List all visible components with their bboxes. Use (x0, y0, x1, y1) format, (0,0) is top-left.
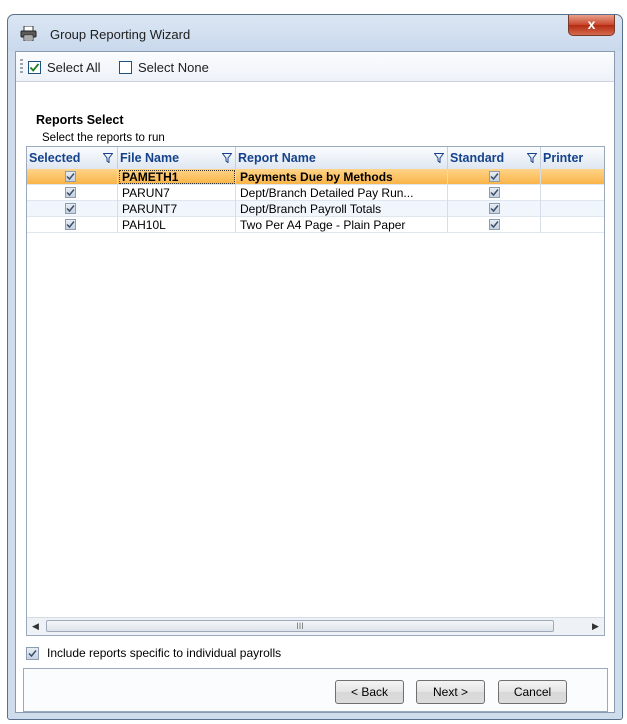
wizard-window: Group Reporting Wizard x Select All Sele… (7, 14, 623, 720)
row-standard-checkbox[interactable] (489, 219, 500, 230)
grid-header: Selected File Name Report Name Standard … (27, 147, 604, 170)
filter-icon[interactable] (434, 153, 444, 163)
toolbar: Select All Select None (16, 52, 614, 82)
file-name-cell[interactable]: PAMETH1 (118, 169, 236, 185)
filter-icon[interactable] (222, 153, 232, 163)
column-header-report-name[interactable]: Report Name (236, 147, 448, 169)
table-row[interactable]: PARUN7 Dept/Branch Detailed Pay Run... (27, 185, 604, 201)
scroll-left-icon[interactable]: ◀ (27, 618, 44, 635)
back-button[interactable]: < Back (335, 680, 404, 704)
column-header-file-name[interactable]: File Name (118, 147, 236, 169)
report-name-cell[interactable]: Payments Due by Methods (236, 169, 448, 185)
row-standard-checkbox[interactable] (489, 171, 500, 182)
printer-cell[interactable] (541, 217, 604, 233)
row-selected-checkbox[interactable] (65, 219, 76, 230)
scroll-right-icon[interactable]: ▶ (587, 618, 604, 635)
button-bar: < Back Next > Cancel (23, 668, 608, 712)
title-bar: Group Reporting Wizard x (8, 15, 622, 51)
select-none-label: Select None (138, 59, 209, 75)
file-name-cell[interactable]: PARUNT7 (118, 201, 236, 217)
include-specific-reports-checkbox[interactable] (26, 646, 39, 660)
window-title: Group Reporting Wizard (50, 27, 191, 42)
column-header-standard[interactable]: Standard (448, 147, 541, 169)
report-name-cell[interactable]: Dept/Branch Detailed Pay Run... (236, 185, 448, 201)
column-header-selected[interactable]: Selected (27, 147, 118, 169)
row-selected-checkbox[interactable] (65, 203, 76, 214)
printer-cell[interactable] (541, 201, 604, 217)
column-header-printer[interactable]: Printer (541, 147, 604, 169)
printer-icon (20, 26, 37, 41)
reports-grid[interactable]: Selected File Name Report Name Standard … (26, 146, 605, 636)
filter-icon[interactable] (527, 153, 537, 163)
printer-cell[interactable] (541, 185, 604, 201)
include-specific-reports-label: Include reports specific to individual p… (47, 646, 282, 660)
file-name-cell[interactable]: PAH10L (118, 217, 236, 233)
report-name-cell[interactable]: Dept/Branch Payroll Totals (236, 201, 448, 217)
select-none-button[interactable]: Select None (119, 58, 209, 76)
row-selected-checkbox[interactable] (65, 187, 76, 198)
horizontal-scrollbar[interactable]: ◀ III ▶ (27, 617, 604, 635)
file-name-cell[interactable]: PARUN7 (118, 185, 236, 201)
checked-checkbox-icon (28, 60, 41, 74)
empty-checkbox-icon (119, 60, 132, 74)
filter-icon[interactable] (103, 153, 113, 163)
cancel-button[interactable]: Cancel (498, 680, 567, 704)
page-subtitle: Select the reports to run (42, 132, 165, 144)
table-row[interactable]: PAH10L Two Per A4 Page - Plain Paper (27, 217, 604, 233)
select-all-label: Select All (47, 59, 101, 75)
row-standard-checkbox[interactable] (489, 187, 500, 198)
table-row[interactable]: PARUNT7 Dept/Branch Payroll Totals (27, 201, 604, 217)
scrollbar-thumb[interactable]: III (46, 620, 554, 632)
include-specific-reports-option[interactable]: Include reports specific to individual p… (26, 646, 281, 660)
report-name-cell[interactable]: Two Per A4 Page - Plain Paper (236, 217, 448, 233)
table-row[interactable]: PAMETH1 Payments Due by Methods (27, 169, 604, 185)
page-title: Reports Select (36, 113, 124, 127)
next-button[interactable]: Next > (416, 680, 485, 704)
toolbar-grip[interactable] (20, 59, 23, 75)
select-all-button[interactable]: Select All (28, 58, 100, 76)
row-standard-checkbox[interactable] (489, 203, 500, 214)
close-button[interactable]: x (568, 15, 615, 36)
row-selected-checkbox[interactable] (65, 171, 76, 182)
printer-cell[interactable] (541, 169, 604, 185)
